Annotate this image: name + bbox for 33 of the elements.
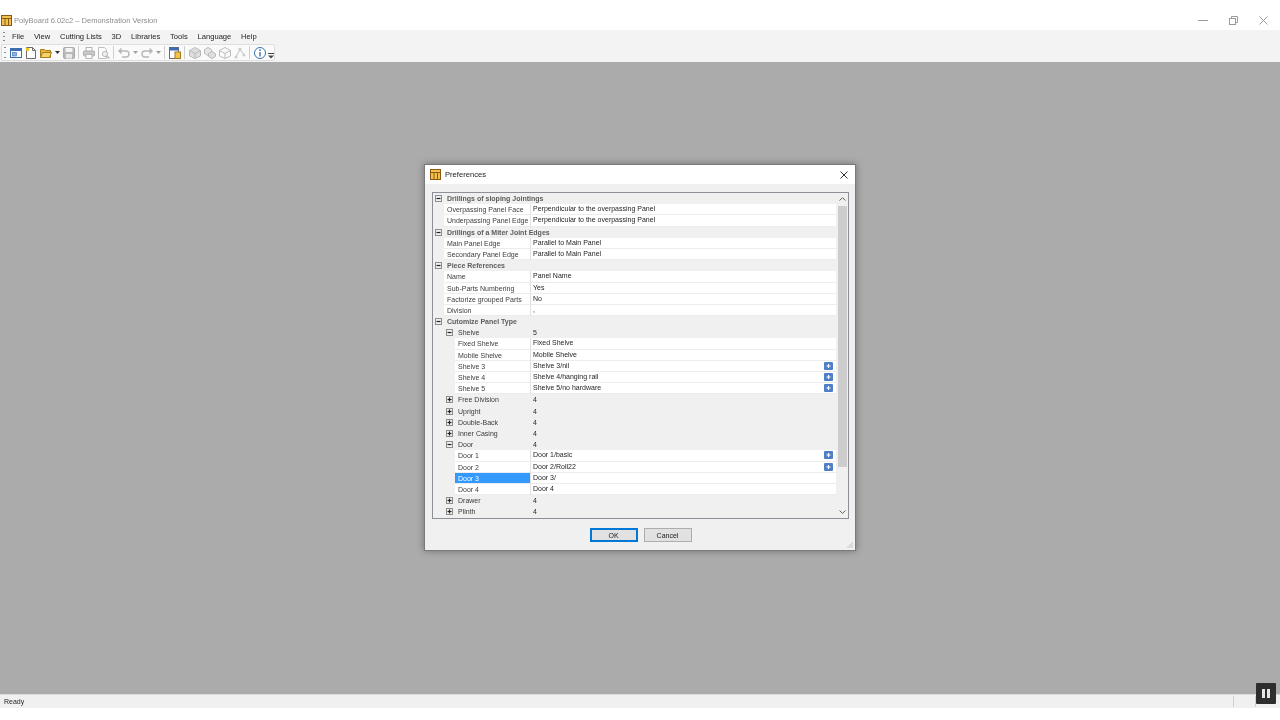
minus-box-icon[interactable] bbox=[435, 318, 442, 326]
minus-box-icon[interactable] bbox=[446, 441, 453, 449]
cabinet-icon bbox=[1, 14, 12, 26]
info-icon[interactable] bbox=[253, 46, 266, 59]
window-icon[interactable] bbox=[9, 46, 22, 59]
restore-icon[interactable] bbox=[1228, 15, 1238, 25]
plus-square-icon[interactable] bbox=[824, 451, 833, 460]
close-icon[interactable] bbox=[840, 170, 848, 179]
plus-box-icon[interactable] bbox=[446, 396, 453, 404]
document-icon[interactable] bbox=[24, 46, 37, 59]
minus-box-icon[interactable] bbox=[435, 262, 442, 270]
plus-square-icon[interactable] bbox=[824, 373, 833, 382]
minimize-icon[interactable] bbox=[1198, 19, 1208, 21]
plus-box-icon[interactable] bbox=[446, 508, 453, 516]
plus-box-icon[interactable] bbox=[446, 418, 453, 426]
scroll-down-icon[interactable] bbox=[838, 510, 846, 514]
minus-box-icon[interactable] bbox=[446, 329, 453, 337]
plus-box-icon[interactable] bbox=[446, 497, 453, 505]
plus-square-icon[interactable] bbox=[824, 384, 833, 393]
plus-box-icon[interactable] bbox=[446, 407, 453, 415]
plus-square-icon[interactable] bbox=[824, 462, 833, 471]
overflow-caret-icon[interactable] bbox=[267, 53, 274, 59]
caret-icon[interactable] bbox=[54, 51, 60, 54]
folder-icon[interactable] bbox=[39, 46, 52, 59]
scroll-up-icon[interactable] bbox=[838, 197, 846, 201]
cabinet-icon bbox=[430, 169, 441, 180]
plus-square-icon[interactable] bbox=[824, 361, 833, 370]
minus-box-icon[interactable] bbox=[435, 228, 442, 236]
minus-box-icon[interactable] bbox=[435, 195, 442, 203]
plus-box-icon[interactable] bbox=[446, 430, 453, 438]
scrollbar-thumb[interactable] bbox=[837, 206, 847, 467]
pause-icon[interactable] bbox=[1256, 683, 1276, 704]
page-icon[interactable] bbox=[168, 46, 181, 59]
